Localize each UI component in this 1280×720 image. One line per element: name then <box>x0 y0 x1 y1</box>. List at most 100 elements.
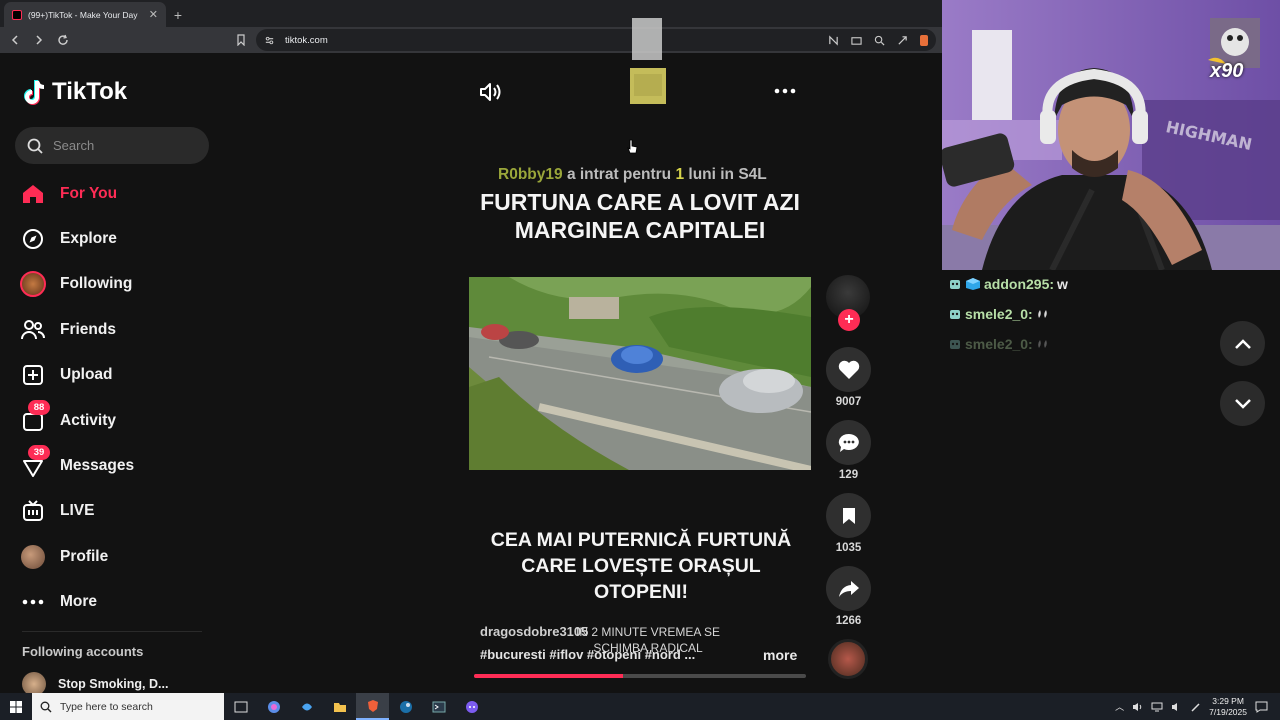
sidebar-item-more[interactable]: More <box>20 580 210 625</box>
browser-toolbar: tiktok.com <box>0 27 942 53</box>
robot-badge-icon <box>950 310 960 319</box>
brave-shield-icon[interactable] <box>920 34 928 46</box>
browser-tab-bar: (99+)TikTok - Make Your Day ✕ + <box>0 0 942 27</box>
save-action: 1035 <box>826 493 871 554</box>
sidebar-nav: For You Explore Following Friends Upload… <box>20 171 210 625</box>
sidebar-item-friends[interactable]: Friends <box>20 307 210 352</box>
address-bar[interactable]: tiktok.com <box>256 29 936 51</box>
forward-button[interactable] <box>32 33 46 47</box>
tiktok-note-icon <box>24 80 45 105</box>
video-progress-bar[interactable] <box>474 674 806 678</box>
messages-badge: 39 <box>28 445 50 461</box>
windows-taskbar: Type here to search ︿ 3:29 PM 7/19/2025 <box>0 693 1280 720</box>
sidebar-item-label: Messages <box>60 457 135 475</box>
copilot-icon[interactable] <box>257 693 290 720</box>
taskbar-search[interactable]: Type here to search <box>32 693 224 720</box>
sidebar-item-messages[interactable]: 39 Messages <box>20 443 210 488</box>
progress-fill <box>474 674 624 678</box>
chat-username[interactable]: smele2_0: <box>965 306 1033 322</box>
video-player[interactable] <box>469 277 811 470</box>
pen-icon[interactable] <box>1190 702 1201 712</box>
share-arrow-icon <box>838 580 859 597</box>
search-box[interactable] <box>15 127 209 164</box>
gift-count: x90 <box>1210 60 1244 82</box>
sidebar-item-label: Profile <box>60 547 109 565</box>
previous-video-button[interactable] <box>1220 321 1265 366</box>
tray-chevron-icon[interactable]: ︿ <box>1115 700 1124 713</box>
discord-icon[interactable] <box>455 693 488 720</box>
sound-button[interactable] <box>478 81 504 108</box>
upload-icon <box>20 362 46 388</box>
tiktok-page: TikTok For You Explore <box>0 18 942 696</box>
hashtags[interactable]: #bucuresti #iflov #otopeni #nord ... <box>480 647 695 662</box>
sidebar-item-following[interactable]: Following <box>20 262 210 307</box>
friends-icon <box>20 317 46 343</box>
sidebar-item-live[interactable]: LIVE <box>20 489 210 534</box>
share-count: 1266 <box>835 615 862 627</box>
more-options-button[interactable] <box>774 81 796 99</box>
sidebar-item-profile[interactable]: Profile <box>20 534 210 579</box>
chat-text: w <box>1057 276 1068 292</box>
follow-button[interactable]: + <box>838 309 860 331</box>
close-tab-icon[interactable]: ✕ <box>149 8 158 21</box>
robot-badge-icon <box>950 340 960 349</box>
chat-username[interactable]: addon295: <box>984 276 1054 292</box>
share-action: 1266 <box>826 566 871 627</box>
logo-text: TikTok <box>52 78 128 105</box>
search-input[interactable] <box>53 138 193 153</box>
video-caption: CEA MAI PUTERNICĂ FURTUNĂ CARE LOVEȘTE O… <box>490 529 792 603</box>
chat-username[interactable]: smele2_0: <box>965 336 1033 352</box>
comment-button[interactable] <box>826 420 871 465</box>
sidebar-item-label: Following <box>60 275 133 293</box>
steam-icon[interactable] <box>389 693 422 720</box>
bookmark-button[interactable] <box>236 33 246 51</box>
heart-icon <box>838 360 859 379</box>
tiktok-favicon-icon <box>12 9 22 20</box>
next-video-button[interactable] <box>1220 381 1265 426</box>
volume-icon[interactable] <box>1132 702 1143 712</box>
back-button[interactable] <box>8 33 22 47</box>
tiktok-logo[interactable]: TikTok <box>22 78 127 106</box>
like-button[interactable] <box>826 347 871 392</box>
video-frame <box>469 277 811 470</box>
sidebar-item-activity[interactable]: 88 Activity <box>20 398 210 443</box>
sidebar-item-label: Activity <box>60 411 116 429</box>
brave-browser-icon[interactable] <box>356 693 389 720</box>
sub-text: a intrat pentru <box>566 166 672 183</box>
sub-username: R0bby19 <box>498 166 563 183</box>
browser-tab[interactable]: (99+)TikTok - Make Your Day ✕ <box>4 2 166 27</box>
divider <box>22 631 202 632</box>
more-dots-icon <box>20 589 46 615</box>
video-headline: FURTUNA CARE A LOVIT AZI MARGINEA CAPITA… <box>480 189 800 243</box>
start-button[interactable] <box>0 693 32 720</box>
url-text: tiktok.com <box>285 34 328 46</box>
chat-message-faded: smele2_0: <box>948 336 1050 352</box>
more-link[interactable]: more <box>763 647 797 663</box>
sidebar-item-explore[interactable]: Explore <box>20 216 210 261</box>
share-button[interactable] <box>826 566 871 611</box>
robot-badge-icon <box>950 280 960 289</box>
share-icon <box>898 35 907 45</box>
reload-button[interactable] <box>56 33 70 47</box>
taskbar-clock[interactable]: 3:29 PM 7/19/2025 <box>1209 696 1247 718</box>
home-icon <box>20 181 46 207</box>
emote-icon <box>1037 310 1047 318</box>
file-explorer-icon[interactable] <box>323 693 356 720</box>
sidebar-item-for-you[interactable]: For You <box>20 171 210 216</box>
task-view-icon[interactable] <box>224 693 257 720</box>
profile-avatar <box>20 544 46 570</box>
new-tab-button[interactable]: + <box>166 2 190 27</box>
like-count: 9007 <box>835 396 862 408</box>
copilot-app-icon[interactable] <box>290 693 323 720</box>
terminal-icon[interactable] <box>422 693 455 720</box>
clock-time: 3:29 PM <box>1212 695 1244 706</box>
sidebar-item-upload[interactable]: Upload <box>20 353 210 398</box>
cube-badge-icon <box>966 278 980 290</box>
notifications-icon[interactable] <box>1255 701 1268 713</box>
speaker-tray-icon[interactable] <box>1171 702 1182 712</box>
save-button[interactable] <box>826 493 871 538</box>
network-icon[interactable] <box>1151 702 1163 712</box>
sidebar-item-label: More <box>60 593 98 611</box>
clock-date: 7/19/2025 <box>1209 706 1247 717</box>
music-disc-avatar[interactable] <box>828 639 868 679</box>
